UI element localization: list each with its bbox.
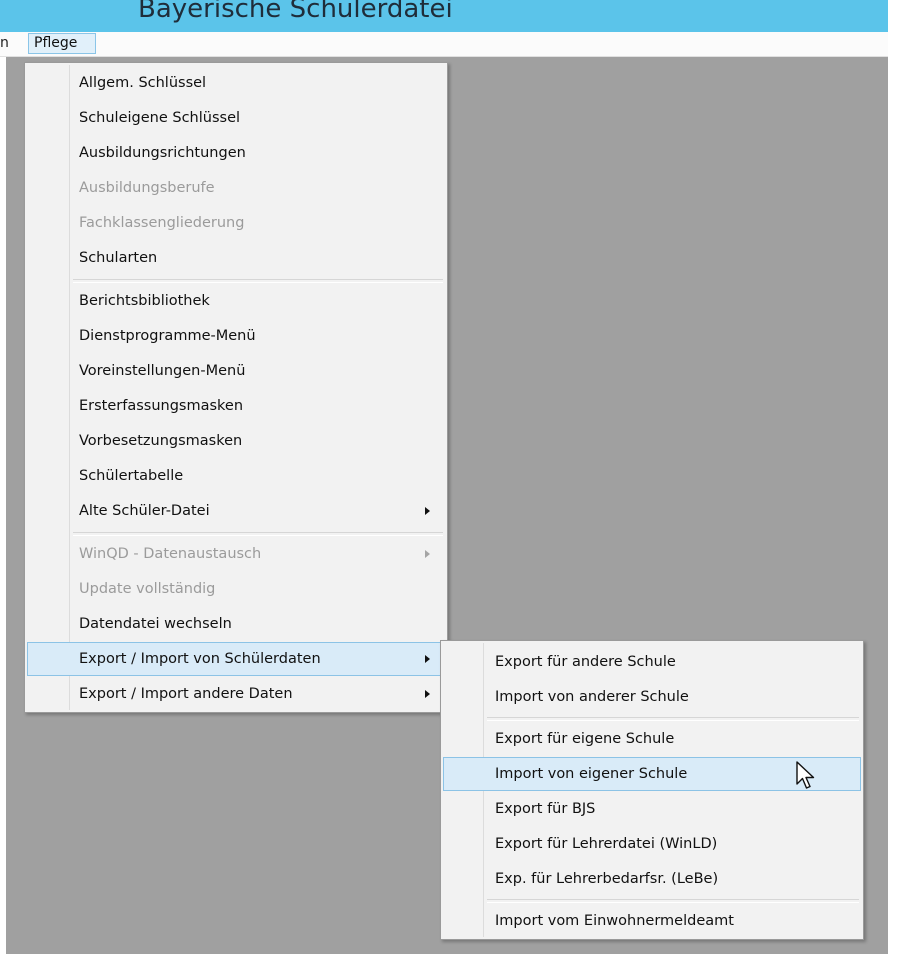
menu-bar: n Pflege — [0, 32, 888, 57]
menu-item-fachklassengliederung: Fachklassengliederung — [27, 206, 445, 240]
menu-item-voreinstellungen-menu[interactable]: Voreinstellungen-Menü — [27, 354, 445, 388]
menu-item-winqd-datenaustausch: WinQD - Datenaustausch — [27, 537, 445, 571]
menu-item-schuleigene-schluessel[interactable]: Schuleigene Schlüssel — [27, 101, 445, 135]
menu-item-label: Dienstprogramme-Menü — [79, 328, 256, 344]
menubar-item-pflege[interactable]: Pflege — [28, 33, 96, 54]
menu-item-alte-schueler-datei[interactable]: Alte Schüler-Datei — [27, 494, 445, 528]
menu-item-ersterfassungsmasken[interactable]: Ersterfassungsmasken — [27, 389, 445, 423]
menu-item-label: Exp. für Lehrerbedarfsr. (LeBe) — [495, 871, 719, 887]
menu-item-berichtsbibliothek[interactable]: Berichtsbibliothek — [27, 284, 445, 318]
menubar-item-partial[interactable]: n — [0, 35, 9, 51]
menu-separator — [73, 279, 443, 283]
menu-item-label: Export für eigene Schule — [495, 731, 675, 747]
menu-item-schularten[interactable]: Schularten — [27, 241, 445, 275]
menu-item-ausbildungsberufe: Ausbildungsberufe — [27, 171, 445, 205]
menu-item-label: WinQD - Datenaustausch — [79, 546, 262, 562]
submenu-item-export-lehrerdatei[interactable]: Export für Lehrerdatei (WinLD) — [443, 827, 861, 861]
pflege-menu: Allgem. Schlüssel Schuleigene Schlüssel … — [24, 62, 448, 713]
menu-item-label: Export für BJS — [495, 801, 596, 817]
menu-item-label: Import vom Einwohnermeldeamt — [495, 913, 734, 929]
submenu-item-export-andere-schule[interactable]: Export für andere Schule — [443, 645, 861, 679]
menu-item-label: Export für Lehrerdatei (WinLD) — [495, 836, 718, 852]
submenu-item-exp-lehrerbedarfsr[interactable]: Exp. für Lehrerbedarfsr. (LeBe) — [443, 862, 861, 896]
menu-item-label: Export / Import andere Daten — [79, 686, 293, 702]
mouse-pointer-icon — [796, 761, 815, 789]
menu-item-datendatei-wechseln[interactable]: Datendatei wechseln — [27, 607, 445, 641]
menu-separator — [487, 717, 859, 721]
menu-item-label: Ausbildungsberufe — [79, 180, 215, 196]
menu-item-label: Voreinstellungen-Menü — [79, 363, 246, 379]
submenu-item-import-einwohnermeldeamt[interactable]: Import vom Einwohnermeldeamt — [443, 904, 861, 938]
menu-item-vorbesetzungsmasken[interactable]: Vorbesetzungsmasken — [27, 424, 445, 458]
window-title: Bayerische Schülerdatei — [138, 0, 453, 24]
menu-item-export-import-schuelerdaten[interactable]: Export / Import von Schülerdaten — [27, 642, 445, 676]
menu-item-export-import-andere-daten[interactable]: Export / Import andere Daten — [27, 677, 445, 711]
menu-item-label: Export für andere Schule — [495, 654, 676, 670]
submenu-item-export-eigene-schule[interactable]: Export für eigene Schule — [443, 722, 861, 756]
title-bar: Bayerische Schülerdatei — [0, 0, 888, 32]
submenu-item-import-andere-schule[interactable]: Import von anderer Schule — [443, 680, 861, 714]
menu-item-label: Datendatei wechseln — [79, 616, 232, 632]
menu-item-dienstprogramme-menu[interactable]: Dienstprogramme-Menü — [27, 319, 445, 353]
menu-item-ausbildungsrichtungen[interactable]: Ausbildungsrichtungen — [27, 136, 445, 170]
menu-item-label: Alte Schüler-Datei — [79, 503, 210, 519]
menu-item-label: Allgem. Schlüssel — [79, 75, 207, 91]
menu-item-label: Ausbildungsrichtungen — [79, 145, 246, 161]
menu-item-label: Import von anderer Schule — [495, 689, 689, 705]
menu-item-schuelertabelle[interactable]: Schülertabelle — [27, 459, 445, 493]
menu-item-label: Berichtsbibliothek — [79, 293, 210, 309]
menu-separator — [487, 899, 859, 903]
submenu-item-export-bjs[interactable]: Export für BJS — [443, 792, 861, 826]
menu-separator — [73, 532, 443, 536]
menu-item-label: Fachklassengliederung — [79, 215, 245, 231]
menu-item-label: Ersterfassungsmasken — [79, 398, 244, 414]
menu-item-label: Import von eigener Schule — [495, 766, 688, 782]
menu-item-allgem-schluessel[interactable]: Allgem. Schlüssel — [27, 66, 445, 100]
menu-item-label: Vorbesetzungsmasken — [79, 433, 243, 449]
menu-item-label: Schuleigene Schlüssel — [79, 110, 241, 126]
menu-item-update-vollstaendig: Update vollständig — [27, 572, 445, 606]
menu-item-label: Update vollständig — [79, 581, 216, 597]
menu-item-label: Schularten — [79, 250, 158, 266]
menu-item-label: Schülertabelle — [79, 468, 184, 484]
menu-item-label: Export / Import von Schülerdaten — [79, 651, 321, 667]
